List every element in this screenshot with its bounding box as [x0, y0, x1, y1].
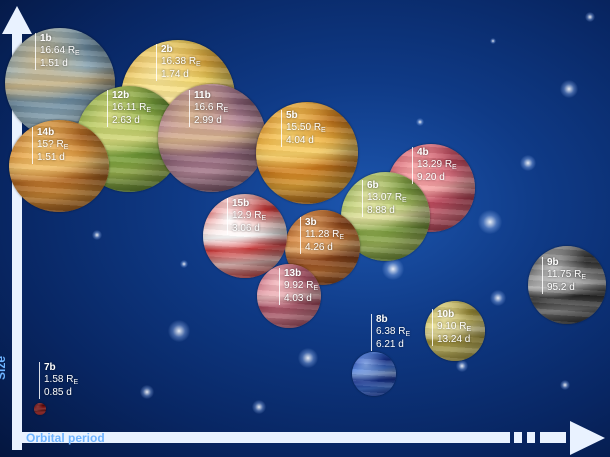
planet-id: 8b: [376, 314, 388, 325]
planet-label-9b: 9b 11.75 RE 95.2 d: [542, 257, 586, 294]
planet-id: 10b: [437, 309, 455, 320]
planet-id: 11b: [194, 90, 211, 101]
planet-period: 2.63 d: [112, 115, 140, 126]
x-axis-label: Orbital period: [26, 431, 105, 445]
planet-label-1b: 1b 16.64 RE 1.51 d: [35, 33, 80, 70]
axis-break-mark: [527, 432, 535, 443]
planet-period: 4.26 d: [305, 242, 333, 253]
planet-id: 4b: [417, 147, 429, 158]
planet-8b: [352, 352, 396, 396]
planet-id: 9b: [547, 257, 559, 268]
planet-label-6b: 6b 13.07 RE 8.88 d: [362, 180, 407, 217]
planet-period: 6.21 d: [376, 339, 404, 350]
planet-7b: [34, 403, 46, 415]
planet-id: 12b: [112, 90, 130, 101]
planet-id: 2b: [161, 44, 173, 55]
axis-break-mark: [514, 432, 522, 443]
planet-label-4b: 4b 13.29 RE 9.20 d: [412, 147, 457, 184]
planet-period: 2.99 d: [194, 115, 222, 126]
planet-period: 3.06 d: [232, 223, 260, 234]
planet-id: 7b: [44, 362, 56, 373]
planet-label-15b: 15b 12.9 RE 3.06 d: [227, 198, 266, 235]
planet-radius: 9.10 RE: [437, 321, 472, 333]
planet-period: 1.74 d: [161, 69, 189, 80]
planet-label-3b: 3b 11.28 RE 4.26 d: [300, 217, 344, 254]
planet-id: 5b: [286, 110, 298, 121]
y-axis-label: Size: [0, 355, 8, 380]
planet-id: 13b: [284, 268, 302, 279]
planet-label-12b: 12b 16.11 RE 2.63 d: [107, 90, 151, 127]
planet-id: 14b: [37, 127, 55, 138]
planet-radius: 16.11 RE: [112, 102, 151, 114]
planet-period: 4.04 d: [286, 135, 314, 146]
planet-period: 4.03 d: [284, 293, 312, 304]
planet-label-5b: 5b 15.50 RE 4.04 d: [281, 110, 326, 147]
planet-label-13b: 13b 9.92 RE 4.03 d: [279, 268, 318, 305]
planet-radius: 11.28 RE: [305, 229, 344, 241]
planet-period: 95.2 d: [547, 282, 575, 293]
planet-period: 9.20 d: [417, 172, 445, 183]
axis-break-mark: [540, 432, 566, 443]
planet-radius: 16.6 RE: [194, 102, 229, 114]
planet-label-11b: 11b 16.6 RE 2.99 d: [189, 90, 228, 127]
planet-period: 13.24 d: [437, 334, 471, 345]
planet-radius: 12.9 RE: [232, 210, 267, 222]
planet-radius: 9.92 RE: [284, 280, 319, 292]
planet-label-2b: 2b 16.38 RE 1.74 d: [156, 44, 201, 81]
planet-radius: 15? RE: [37, 139, 69, 151]
planet-size-period-diagram: Orbital period Size 1b 16.64 RE 1.51 d 2…: [0, 0, 610, 457]
planet-radius: 11.75 RE: [547, 269, 586, 281]
planet-label-8b: 8b 6.38 RE 6.21 d: [371, 314, 410, 351]
planet-label-14b: 14b 15? RE 1.51 d: [32, 127, 68, 164]
planet-radius: 13.07 RE: [367, 192, 407, 204]
planet-id: 3b: [305, 217, 317, 228]
planet-radius: 1.58 RE: [44, 374, 79, 386]
planet-label-10b: 10b 9.10 RE 13.24 d: [432, 309, 471, 346]
planet-period: 1.51 d: [40, 58, 68, 69]
planet-period: 1.51 d: [37, 152, 65, 163]
planet-period: 0.85 d: [44, 387, 72, 398]
planet-id: 1b: [40, 33, 52, 44]
planet-id: 15b: [232, 198, 250, 209]
planet-radius: 13.29 RE: [417, 159, 457, 171]
planet-radius: 15.50 RE: [286, 122, 326, 134]
planet-radius: 6.38 RE: [376, 326, 411, 338]
planet-radius: 16.38 RE: [161, 56, 201, 68]
planet-label-7b: 7b 1.58 RE 0.85 d: [39, 362, 78, 399]
planet-id: 6b: [367, 180, 379, 191]
planet-period: 8.88 d: [367, 205, 395, 216]
planet-radius: 16.64 RE: [40, 45, 80, 57]
